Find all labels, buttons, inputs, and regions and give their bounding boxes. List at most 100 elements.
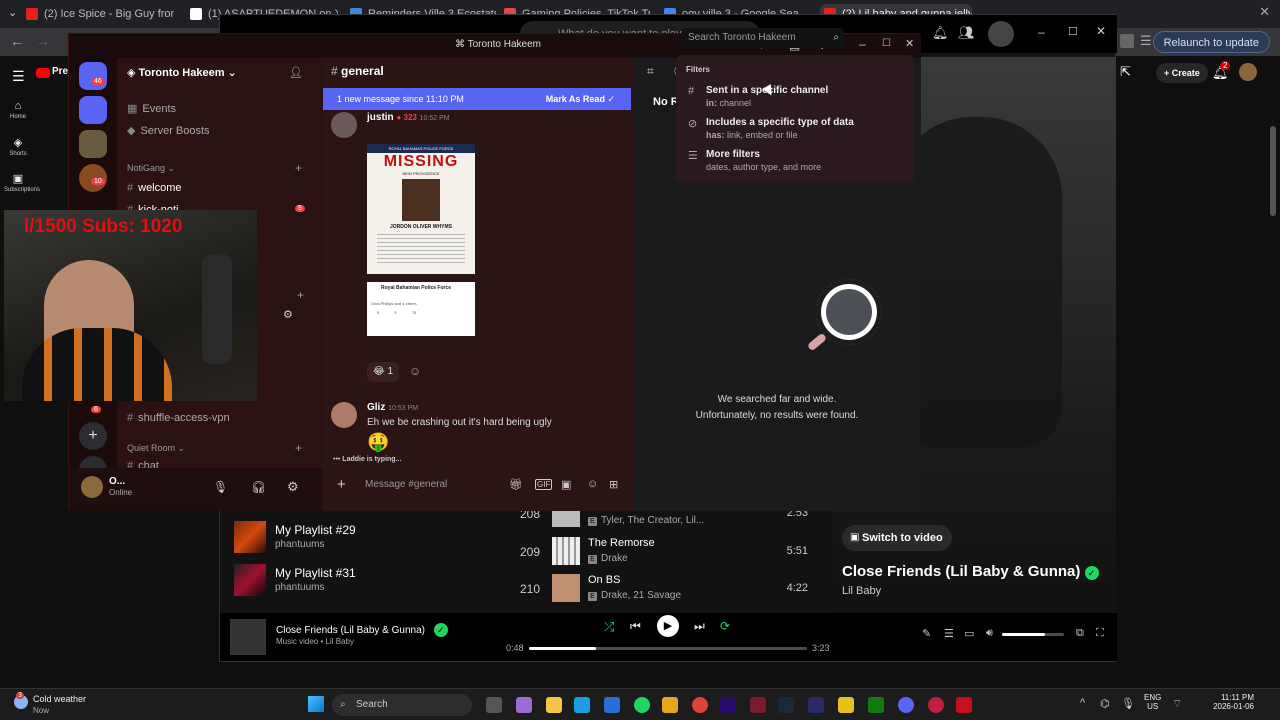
- maximize-icon[interactable]: ☐: [882, 38, 891, 49]
- threads-icon[interactable]: ⌗: [647, 64, 654, 79]
- steam-icon[interactable]: [778, 697, 794, 713]
- author-name[interactable]: Gliz: [367, 402, 385, 413]
- copilot-icon[interactable]: [516, 697, 532, 713]
- user-settings-icon[interactable]: ⚙: [287, 479, 299, 495]
- nav-subscriptions[interactable]: ▣ Subscriptions: [4, 172, 40, 193]
- snapchat-icon[interactable]: [662, 697, 678, 713]
- microphone-icon[interactable]: 🎙︎: [1121, 697, 1135, 710]
- minimize-icon[interactable]: –: [1038, 25, 1045, 39]
- bell-icon[interactable]: 🔔︎: [932, 25, 949, 41]
- server-header[interactable]: ◈ Toronto Hakeem ⌄: [127, 66, 237, 79]
- windows-start-icon[interactable]: [308, 696, 324, 712]
- add-server-icon[interactable]: +: [79, 422, 107, 450]
- back-icon[interactable]: ←: [10, 33, 24, 49]
- filter-option-more[interactable]: ☰ More filters dates, author type, and m…: [688, 149, 821, 172]
- account-avatar[interactable]: [1239, 63, 1257, 81]
- repeat-icon[interactable]: ⟳: [720, 619, 730, 633]
- fullscreen-icon[interactable]: ⛶: [1096, 627, 1104, 640]
- task-view-icon[interactable]: [486, 697, 502, 713]
- warning-app-icon[interactable]: [838, 697, 854, 713]
- filter-option-in-channel[interactable]: # Sent in a specific channel in: channel: [688, 85, 828, 108]
- tab-search-icon[interactable]: ⌄: [8, 6, 17, 19]
- clock[interactable]: 11:11 PM 2026-01-06: [1208, 693, 1254, 711]
- language-indicator[interactable]: ENG US: [1144, 693, 1161, 711]
- nav-shorts[interactable]: ◈ Shorts: [4, 136, 32, 157]
- server-icon[interactable]: [79, 96, 107, 124]
- wifi-icon[interactable]: ⌔: [1172, 697, 1182, 711]
- reading-list-icon[interactable]: ☰: [1140, 33, 1152, 49]
- player-title[interactable]: Close Friends (Lil Baby & Gunna) ✓: [276, 623, 448, 637]
- play-button[interactable]: ▶: [657, 615, 679, 637]
- youtube-logo-icon[interactable]: [36, 68, 50, 78]
- create-button[interactable]: + Create: [1156, 63, 1208, 83]
- server-boosts-item[interactable]: ◆ Server Boosts: [127, 124, 210, 137]
- author-avatar[interactable]: [331, 402, 357, 428]
- connect-device-icon[interactable]: ▭: [964, 627, 974, 640]
- category-header[interactable]: NotiGang ⌄: [127, 163, 175, 174]
- close-icon[interactable]: ✕: [1096, 24, 1106, 38]
- extension-icon[interactable]: [1120, 34, 1134, 48]
- channel-welcome[interactable]: # welcome: [127, 182, 182, 194]
- add-channel-icon[interactable]: +: [295, 441, 302, 455]
- forward-icon[interactable]: →: [36, 33, 50, 49]
- track-row[interactable]: 210 On BS E Drake, 21 Savage 4:22: [510, 572, 820, 608]
- channel-shuffle-access-vpn[interactable]: # shuffle-access-vpn: [127, 412, 230, 424]
- minimize-icon[interactable]: –: [859, 37, 866, 51]
- direct-messages-icon[interactable]: [79, 62, 107, 90]
- gift-icon[interactable]: 🎁︎: [509, 478, 523, 491]
- reaction-pill[interactable]: 😂 1: [367, 362, 400, 382]
- spotify-icon[interactable]: [634, 697, 650, 713]
- queue-icon[interactable]: ☰: [944, 627, 954, 640]
- emoji-icon[interactable]: ☺: [587, 478, 598, 490]
- new-messages-bar[interactable]: 1 new message since 11:10 PM Mark As Read…: [323, 88, 631, 110]
- premiere-icon[interactable]: [720, 697, 736, 713]
- next-icon[interactable]: ⏭︎: [694, 619, 705, 634]
- user-avatar[interactable]: [988, 21, 1014, 47]
- hamburger-menu-icon[interactable]: ☰: [12, 68, 25, 85]
- capture-app-icon[interactable]: [956, 697, 972, 713]
- volume-icon[interactable]: 🔊︎: [986, 627, 993, 640]
- lyrics-icon[interactable]: ✎: [922, 627, 931, 640]
- close-icon[interactable]: ✕: [905, 37, 914, 50]
- microphone-icon[interactable]: 🎙︎: [213, 480, 228, 494]
- mark-as-read-button[interactable]: Mark As Read ✓: [546, 88, 615, 110]
- channel-chat[interactable]: # chat: [127, 460, 159, 468]
- progress-bar[interactable]: [529, 647, 807, 650]
- maximize-icon[interactable]: ☐: [1068, 25, 1078, 38]
- apps-icon[interactable]: ⊞: [609, 478, 618, 491]
- relaunch-button[interactable]: Relaunch to update: [1152, 31, 1270, 53]
- gif-icon[interactable]: GIF: [535, 479, 553, 490]
- shuffle-icon[interactable]: ⤮: [604, 619, 614, 635]
- channel-settings-icon[interactable]: ⚙: [283, 308, 293, 321]
- tray-chevron-icon[interactable]: ^: [1080, 697, 1085, 709]
- author-name[interactable]: justin: [367, 112, 394, 123]
- window-close-icon[interactable]: ✕: [1259, 4, 1270, 20]
- user-avatar[interactable]: [81, 476, 103, 498]
- taskbar-search[interactable]: ⌕ Search: [332, 694, 472, 716]
- category-header[interactable]: Quiet Room ⌄: [127, 443, 185, 454]
- chrome-icon[interactable]: [692, 697, 708, 713]
- file-explorer-icon[interactable]: [546, 697, 562, 713]
- track-row[interactable]: 209 The Remorse E Drake 5:51: [510, 535, 820, 571]
- events-item[interactable]: ▦ Events: [127, 102, 176, 115]
- network-icon[interactable]: ⌬: [1100, 697, 1110, 710]
- obs-icon[interactable]: [808, 697, 824, 713]
- attach-plus-icon[interactable]: +: [337, 476, 346, 493]
- excel-icon[interactable]: [868, 697, 884, 713]
- edge-icon[interactable]: [574, 697, 590, 713]
- added-check-icon[interactable]: ✓: [1084, 566, 1099, 580]
- friends-icon[interactable]: 👥︎: [958, 25, 975, 41]
- browser-tab[interactable]: (2) Ice Spice - Big Guy from "Th: [22, 4, 174, 26]
- previous-icon[interactable]: ⏮︎: [630, 619, 641, 634]
- filter-option-has[interactable]: ⊘ Includes a specific type of data has: …: [688, 117, 854, 140]
- add-channel-icon[interactable]: +: [295, 161, 302, 175]
- add-reaction-icon[interactable]: ☺: [409, 364, 421, 378]
- miniplayer-icon[interactable]: ⧉: [1076, 627, 1084, 640]
- add-channel-icon[interactable]: +: [297, 288, 304, 302]
- calculator-icon[interactable]: [604, 697, 620, 713]
- weather-title[interactable]: Cold weather: [33, 694, 86, 704]
- next-app-icon[interactable]: [750, 697, 766, 713]
- author-avatar[interactable]: [331, 112, 357, 138]
- facebook-post-image[interactable]: Royal Bahamian Police Force Gina Phillip…: [367, 282, 475, 336]
- volume-slider[interactable]: [1002, 633, 1064, 636]
